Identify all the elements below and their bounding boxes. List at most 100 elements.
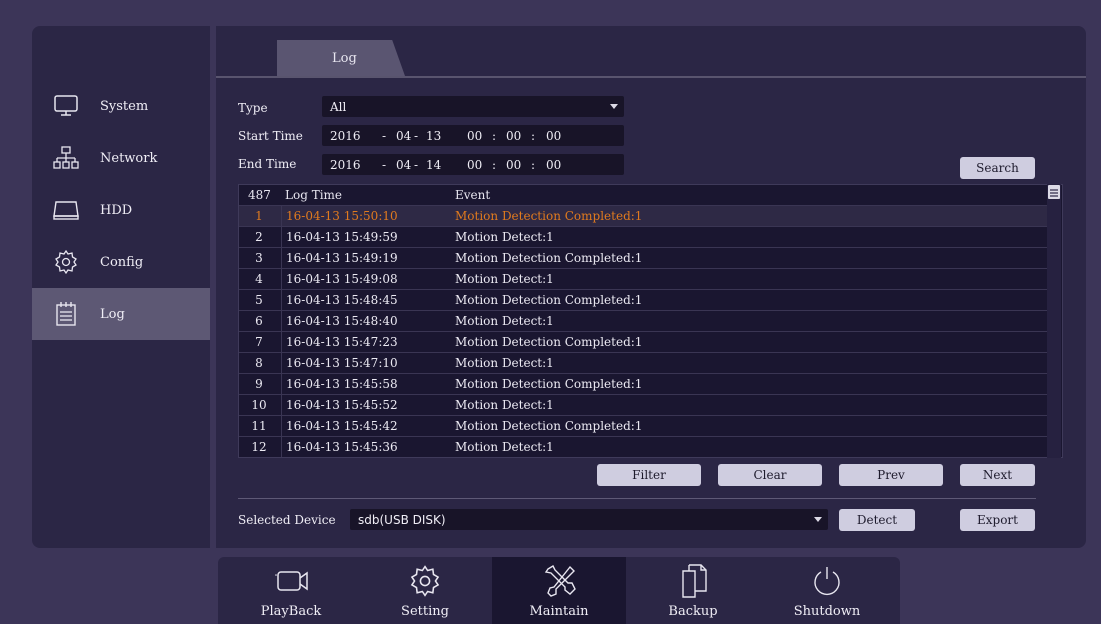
row-event: Motion Detection Completed:1	[455, 377, 643, 391]
row-index: 10	[251, 398, 267, 412]
row-log-time: 16-04-13 15:47:10	[281, 353, 458, 373]
table-row[interactable]: 7 16-04-13 15:47:23 Motion Detection Compl…	[239, 331, 1047, 353]
prev-button[interactable]: Prev	[839, 464, 943, 486]
start-hour[interactable]: 00	[467, 129, 482, 143]
sidebar-item-label: Network	[100, 150, 158, 166]
row-index: 9	[255, 377, 263, 391]
row-log-time: 16-04-13 15:45:52	[281, 395, 458, 415]
sidebar-item-label: Config	[100, 254, 144, 270]
row-index: 3	[255, 251, 263, 265]
sidebar-item-network[interactable]: Network	[32, 132, 210, 184]
table-row[interactable]: 1 16-04-13 15:50:10 Motion Detection Compl…	[239, 205, 1047, 227]
end-time-label: End Time	[238, 157, 297, 171]
row-event: Motion Detect:1	[455, 230, 554, 244]
table-row[interactable]: 2 16-04-13 15:49:59 Motion Detect:1	[239, 226, 1047, 248]
network-icon	[52, 144, 80, 172]
dock-item-maintain[interactable]: Maintain	[492, 557, 626, 624]
table-row[interactable]: 8 16-04-13 15:47:10 Motion Detect:1	[239, 352, 1047, 374]
end-minute[interactable]: 00	[506, 158, 521, 172]
row-index: 7	[255, 335, 263, 349]
sidebar: System Network HDD Config Log	[32, 26, 210, 548]
sidebar-item-config[interactable]: Config	[32, 236, 210, 288]
end-year[interactable]: 2016	[330, 158, 361, 172]
sidebar-item-log[interactable]: Log	[32, 288, 210, 340]
device-value: sdb(USB DISK)	[358, 512, 446, 527]
row-log-time: 16-04-13 15:45:36	[281, 437, 458, 457]
log-count: 487	[248, 188, 271, 202]
row-log-time: 16-04-13 15:49:59	[281, 227, 458, 247]
row-index: 4	[255, 272, 263, 286]
time-separator: :	[492, 157, 497, 172]
scrollbar[interactable]	[1047, 184, 1061, 458]
tab-log[interactable]: Log	[277, 40, 405, 76]
date-separator: -	[382, 157, 387, 172]
tools-icon	[540, 563, 578, 599]
row-index: 12	[251, 440, 267, 454]
dock-item-shutdown[interactable]: Shutdown	[760, 557, 894, 624]
row-index: 8	[255, 356, 263, 370]
type-label: Type	[238, 101, 268, 115]
row-event: Motion Detection Completed:1	[455, 209, 643, 223]
dock-item-label: Shutdown	[793, 604, 861, 619]
start-second[interactable]: 00	[546, 129, 561, 143]
dock-item-backup[interactable]: Backup	[626, 557, 760, 624]
power-icon	[811, 563, 843, 599]
start-month[interactable]: 04	[396, 129, 411, 143]
list-menu-icon[interactable]	[1048, 185, 1060, 199]
table-row[interactable]: 12 16-04-13 15:45:36 Motion Detect:1	[239, 436, 1047, 458]
time-separator: :	[531, 157, 536, 172]
table-row[interactable]: 9 16-04-13 15:45:58 Motion Detection Compl…	[239, 373, 1047, 395]
end-hour[interactable]: 00	[467, 158, 482, 172]
tab-divider	[216, 76, 1086, 78]
start-day[interactable]: 13	[426, 129, 441, 143]
monitor-icon	[52, 92, 80, 120]
divider	[238, 498, 1036, 499]
hdd-icon	[52, 196, 80, 224]
start-minute[interactable]: 00	[506, 129, 521, 143]
column-header-log-time[interactable]: Log Time	[285, 188, 342, 202]
table-row[interactable]: 6 16-04-13 15:48:40 Motion Detect:1	[239, 310, 1047, 332]
device-select[interactable]: sdb(USB DISK)	[350, 509, 828, 530]
filter-button[interactable]: Filter	[597, 464, 701, 486]
type-select[interactable]: All	[322, 96, 624, 117]
row-event: Motion Detection Completed:1	[455, 293, 643, 307]
end-time-field[interactable]: 2016 - 04 - 14 00 : 00 : 00	[322, 154, 624, 175]
column-header-event[interactable]: Event	[455, 188, 490, 202]
notepad-icon	[52, 300, 80, 328]
row-log-time: 16-04-13 15:50:10	[281, 206, 458, 226]
dock-item-label: PlayBack	[260, 604, 322, 619]
end-second[interactable]: 00	[546, 158, 561, 172]
search-button[interactable]: Search	[960, 157, 1035, 179]
date-separator: -	[382, 128, 387, 143]
sidebar-item-hdd[interactable]: HDD	[32, 184, 210, 236]
sidebar-item-system[interactable]: System	[32, 80, 210, 132]
dock-item-setting[interactable]: Setting	[358, 557, 492, 624]
row-event: Motion Detect:1	[455, 272, 554, 286]
sidebar-item-label: Log	[100, 306, 125, 322]
row-event: Motion Detection Completed:1	[455, 251, 643, 265]
chevron-down-icon	[610, 104, 618, 109]
row-index: 5	[255, 293, 263, 307]
next-button[interactable]: Next	[960, 464, 1035, 486]
selected-device-label: Selected Device	[238, 513, 336, 527]
table-row[interactable]: 5 16-04-13 15:48:45 Motion Detection Compl…	[239, 289, 1047, 311]
start-year[interactable]: 2016	[330, 129, 361, 143]
table-row[interactable]: 3 16-04-13 15:49:19 Motion Detection Compl…	[239, 247, 1047, 269]
start-time-field[interactable]: 2016 - 04 - 13 00 : 00 : 00	[322, 125, 624, 146]
table-row[interactable]: 4 16-04-13 15:49:08 Motion Detect:1	[239, 268, 1047, 290]
date-separator: -	[414, 157, 419, 172]
dock-item-label: Setting	[401, 604, 449, 619]
tab-label: Log	[332, 50, 357, 66]
export-button[interactable]: Export	[960, 509, 1035, 531]
time-separator: :	[531, 128, 536, 143]
detect-button[interactable]: Detect	[839, 509, 915, 531]
end-day[interactable]: 14	[426, 158, 441, 172]
table-row[interactable]: 11 16-04-13 15:45:42 Motion Detection Comp…	[239, 415, 1047, 437]
end-month[interactable]: 04	[396, 158, 411, 172]
clear-button[interactable]: Clear	[718, 464, 822, 486]
table-row[interactable]: 10 16-04-13 15:45:52 Motion Detect:1	[239, 394, 1047, 416]
row-event: Motion Detect:1	[455, 440, 554, 454]
row-log-time: 16-04-13 15:48:45	[281, 290, 458, 310]
dock-item-playback[interactable]: PlayBack	[224, 557, 358, 624]
row-log-time: 16-04-13 15:45:42	[281, 416, 458, 436]
